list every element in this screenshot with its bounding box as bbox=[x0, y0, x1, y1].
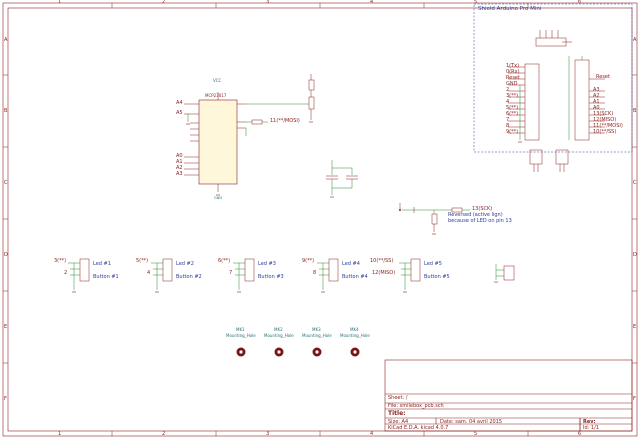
row-label-a: A bbox=[4, 37, 8, 43]
mcu-name: MCP23017 bbox=[205, 93, 227, 98]
btn3-pin-mid: 7 bbox=[229, 270, 233, 276]
tb-date: Date: sam. 04 avril 2015 bbox=[440, 419, 503, 425]
outer-frame bbox=[2, 2, 638, 437]
row-label-f-right: F bbox=[633, 396, 636, 402]
btn1-btn: Button #1 bbox=[93, 274, 119, 280]
tb-file: File: smilebox_pcb.sch bbox=[388, 403, 444, 409]
mcu-pin-a5: A5 bbox=[176, 110, 183, 116]
row-label-d: D bbox=[4, 252, 8, 258]
btn2-led: Led #2 bbox=[176, 261, 194, 267]
col-label-4-bottom: 4 bbox=[370, 431, 374, 437]
row-label-e-right: E bbox=[633, 324, 637, 330]
col-label-5-bottom: 5 bbox=[474, 431, 478, 437]
col-label-6-bottom: 6 bbox=[578, 431, 582, 437]
mk2-ref: MK2 bbox=[274, 327, 283, 332]
btn4-btn: Button #4 bbox=[342, 274, 368, 280]
btn2-pin-top: 5(**) bbox=[136, 258, 149, 264]
led-note-line2: because of LED on pin 13 bbox=[448, 218, 512, 224]
mcu-pin-a4: A4 bbox=[176, 100, 183, 106]
btn2-btn: Button #2 bbox=[176, 274, 202, 280]
shield-title: Shield Arduino Pro Mini bbox=[478, 6, 542, 12]
tb-kicad: KiCad E.D.A. kicad 4.0.7 bbox=[388, 425, 449, 431]
btn1-pin-top: 3(**) bbox=[54, 258, 67, 264]
col-label-5: 5 bbox=[474, 0, 478, 5]
mcu-vcc: VCC bbox=[213, 78, 222, 83]
btn5-led: Led #5 bbox=[424, 261, 442, 267]
ard-right-8: 10(**/SS) bbox=[593, 129, 617, 135]
btn1-pin-mid: 2 bbox=[64, 270, 68, 276]
mcu-chip bbox=[198, 99, 238, 185]
gnd-symbols bbox=[72, 121, 522, 293]
mk1-ref: MK1 bbox=[236, 327, 245, 332]
col-label-6: 6 bbox=[578, 0, 582, 5]
button-group-3 bbox=[233, 258, 255, 290]
frame-ticks bbox=[3, 3, 637, 436]
gnd-label-mcu: GND bbox=[214, 196, 223, 200]
col-label-2: 2 bbox=[162, 0, 166, 5]
mk3-label: Mounting_Hole bbox=[302, 333, 332, 338]
row-label-d-right: D bbox=[633, 252, 637, 258]
btn3-btn: Button #3 bbox=[258, 274, 284, 280]
button-group-4 bbox=[317, 258, 339, 290]
btn4-led: Led #4 bbox=[342, 261, 360, 267]
mcu-pin-a3: A3 bbox=[176, 171, 183, 177]
row-label-f: F bbox=[4, 396, 7, 402]
mk3-ref: MK3 bbox=[312, 327, 321, 332]
row-label-e: E bbox=[4, 324, 8, 330]
button-group-2 bbox=[151, 258, 173, 290]
row-label-b: B bbox=[4, 108, 8, 114]
small-connectors bbox=[529, 149, 569, 172]
ard-right-0: Reset bbox=[596, 74, 610, 80]
schematic-sheet bbox=[2, 2, 638, 437]
button-group-1 bbox=[68, 258, 90, 290]
mk2-label: Mounting_Hole bbox=[264, 333, 294, 338]
tb-sheet: Sheet: / bbox=[388, 395, 408, 401]
row-label-b-right: B bbox=[633, 108, 637, 114]
btn4-pin-mid: 8 bbox=[313, 270, 317, 276]
inner-frame bbox=[7, 7, 633, 432]
mounting-holes bbox=[236, 347, 360, 357]
mosi-net-label: 11(**/MOSI) bbox=[270, 118, 300, 124]
btn3-pin-top: 6(**) bbox=[218, 258, 231, 264]
mk4-ref: MK4 bbox=[350, 327, 359, 332]
capacitors bbox=[326, 160, 358, 195]
btn5-pin-top: 10(**/SS) bbox=[370, 258, 394, 264]
col-label-2-bottom: 2 bbox=[162, 431, 166, 437]
mk1-label: Mounting_Hole bbox=[226, 333, 256, 338]
mosi-resistor bbox=[251, 119, 263, 125]
power-connector bbox=[495, 264, 515, 281]
row-label-c: C bbox=[4, 180, 8, 186]
mk4-label: Mounting_Hole bbox=[340, 333, 370, 338]
col-label-1-bottom: 1 bbox=[58, 431, 62, 437]
btn4-pin-top: 9(**) bbox=[302, 258, 315, 264]
col-label-4: 4 bbox=[370, 0, 374, 5]
button-group-5 bbox=[399, 258, 421, 290]
tb-id: Id: 1/1 bbox=[583, 425, 599, 431]
col-label-3-bottom: 3 bbox=[266, 431, 270, 437]
col-label-3: 3 bbox=[266, 0, 270, 5]
row-label-a-right: A bbox=[633, 37, 637, 43]
btn2-pin-mid: 4 bbox=[147, 270, 151, 276]
top-connector bbox=[535, 30, 572, 47]
row-label-c-right: C bbox=[633, 180, 637, 186]
btn5-pin-mid: 12(MISO) bbox=[372, 270, 396, 276]
tb-title: Title: bbox=[388, 410, 406, 417]
btn3-led: Led #3 bbox=[258, 261, 276, 267]
btn5-btn: Button #5 bbox=[424, 274, 450, 280]
pot-resistor bbox=[304, 74, 315, 120]
ard-left-11: 9(**) bbox=[506, 129, 519, 135]
col-label-1: 1 bbox=[58, 0, 62, 5]
btn1-led: Led #1 bbox=[93, 261, 111, 267]
